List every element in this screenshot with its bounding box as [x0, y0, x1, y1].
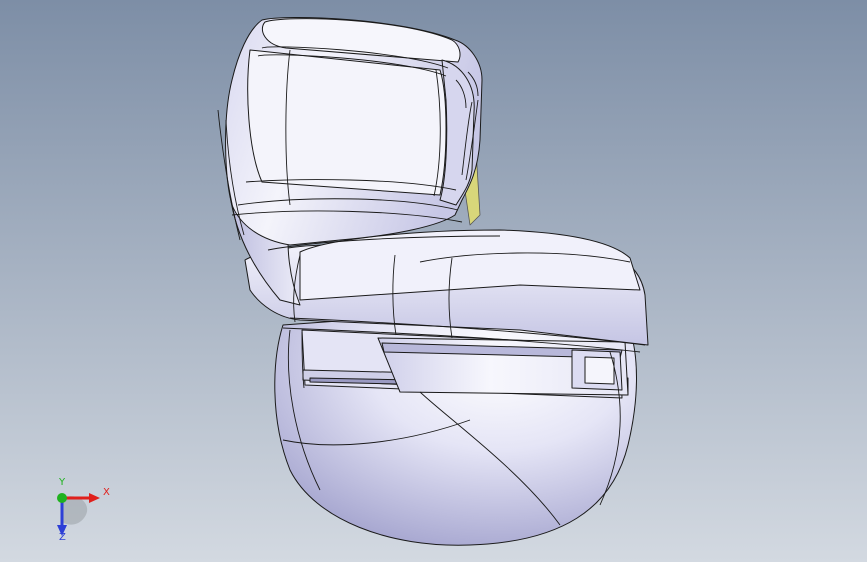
pocket-button-inner	[584, 356, 615, 385]
model-view[interactable]	[0, 0, 867, 562]
y-axis-label: Y	[59, 477, 66, 488]
x-axis-label: X	[103, 487, 110, 498]
x-axis-arrow	[89, 493, 100, 503]
y-axis-dot	[57, 493, 67, 503]
graphics-viewport[interactable]: X Y Z	[0, 0, 867, 562]
z-axis-label: Z	[59, 532, 66, 543]
coordinate-triad: X Y Z	[44, 478, 114, 550]
top-box-front	[247, 49, 447, 196]
